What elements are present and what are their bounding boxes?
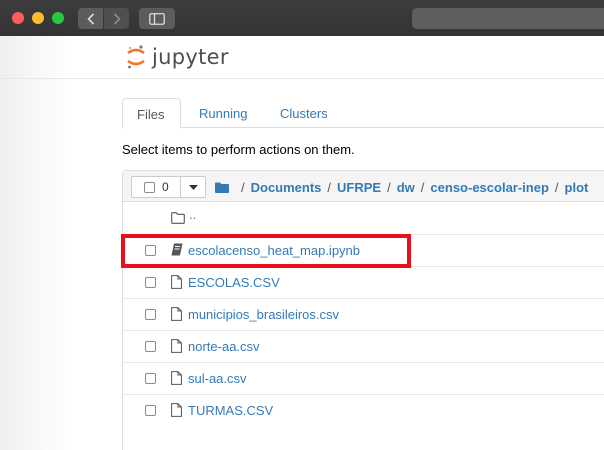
left-shade — [0, 36, 70, 450]
breadcrumb-separator: / — [420, 180, 425, 195]
breadcrumb-separator: / — [327, 180, 332, 195]
folder-outline-icon — [171, 212, 185, 224]
file-icon — [171, 339, 182, 353]
breadcrumb-dw[interactable]: dw — [397, 180, 415, 195]
jupyter-logo[interactable]: jupyter — [126, 44, 229, 70]
tab-bar: Files Running Clusters — [122, 98, 604, 129]
jupyter-logo-text: jupyter — [152, 45, 229, 69]
file-name-link[interactable]: norte-aa.csv — [188, 339, 260, 354]
caret-down-icon — [188, 184, 198, 190]
chevron-left-icon — [86, 12, 94, 25]
breadcrumb-separator: / — [387, 180, 391, 195]
highlight-box — [121, 234, 411, 268]
forward-button[interactable] — [104, 8, 129, 29]
file-icon — [171, 275, 182, 289]
address-bar[interactable] — [412, 8, 604, 29]
file-icon — [171, 307, 182, 321]
updir-link[interactable]: .. — [189, 207, 196, 222]
breadcrumb-separator: / — [554, 180, 559, 195]
window-titlebar — [0, 0, 604, 36]
breadcrumb-separator: / — [241, 180, 245, 195]
list-item[interactable]: TURMAS.CSV — [123, 395, 604, 427]
jupyter-header: jupyter — [0, 36, 604, 79]
tab-clusters[interactable]: Clusters — [265, 98, 343, 129]
tab-running[interactable]: Running — [184, 98, 262, 129]
row-checkbox[interactable] — [145, 405, 156, 416]
select-all-control: 0 — [131, 176, 206, 198]
zoom-window-button[interactable] — [52, 12, 64, 24]
instructions-text: Select items to perform actions on them. — [122, 142, 355, 157]
list-item-updir[interactable]: .. — [123, 203, 604, 235]
breadcrumb-censo-escolar-inep[interactable]: censo-escolar-inep — [430, 180, 549, 195]
file-icon — [171, 403, 182, 417]
row-checkbox[interactable] — [145, 309, 156, 320]
folder-icon[interactable] — [215, 182, 229, 193]
listing-header: 0 / Documents / UFRPE / dw / censo-escol… — [123, 171, 604, 202]
tab-files[interactable]: Files — [122, 98, 181, 129]
breadcrumb-plot[interactable]: plot — [565, 180, 589, 195]
file-name-link[interactable]: TURMAS.CSV — [188, 403, 273, 418]
sidebar-icon — [149, 12, 165, 25]
select-dropdown-button[interactable] — [181, 176, 206, 198]
breadcrumb: / Documents / UFRPE / dw / censo-escolar… — [215, 180, 588, 195]
file-name-link[interactable]: sul-aa.csv — [188, 371, 247, 386]
select-all-checkbox-button[interactable]: 0 — [131, 176, 181, 198]
row-checkbox[interactable] — [145, 373, 156, 384]
list-item[interactable]: ESCOLAS.CSV — [123, 267, 604, 299]
chevron-right-icon — [113, 12, 121, 25]
close-window-button[interactable] — [12, 12, 24, 24]
list-item[interactable]: municipios_brasileiros.csv — [123, 299, 604, 331]
minimize-window-button[interactable] — [32, 12, 44, 24]
sidebar-toggle-button[interactable] — [139, 8, 175, 29]
select-all-checkbox[interactable] — [144, 181, 155, 193]
jupyter-logo-icon — [127, 45, 145, 69]
list-item[interactable]: norte-aa.csv — [123, 331, 604, 363]
row-checkbox[interactable] — [145, 341, 156, 352]
row-checkbox[interactable] — [145, 277, 156, 288]
breadcrumb-ufrpe[interactable]: UFRPE — [337, 180, 381, 195]
breadcrumb-documents[interactable]: Documents — [251, 180, 322, 195]
file-icon — [171, 371, 182, 385]
list-item[interactable]: sul-aa.csv — [123, 363, 604, 395]
selected-count: 0 — [162, 180, 169, 194]
back-button[interactable] — [78, 8, 103, 29]
file-name-link[interactable]: municipios_brasileiros.csv — [188, 307, 339, 322]
file-name-link[interactable]: ESCOLAS.CSV — [188, 275, 280, 290]
file-listing: 0 / Documents / UFRPE / dw / censo-escol… — [122, 170, 604, 450]
